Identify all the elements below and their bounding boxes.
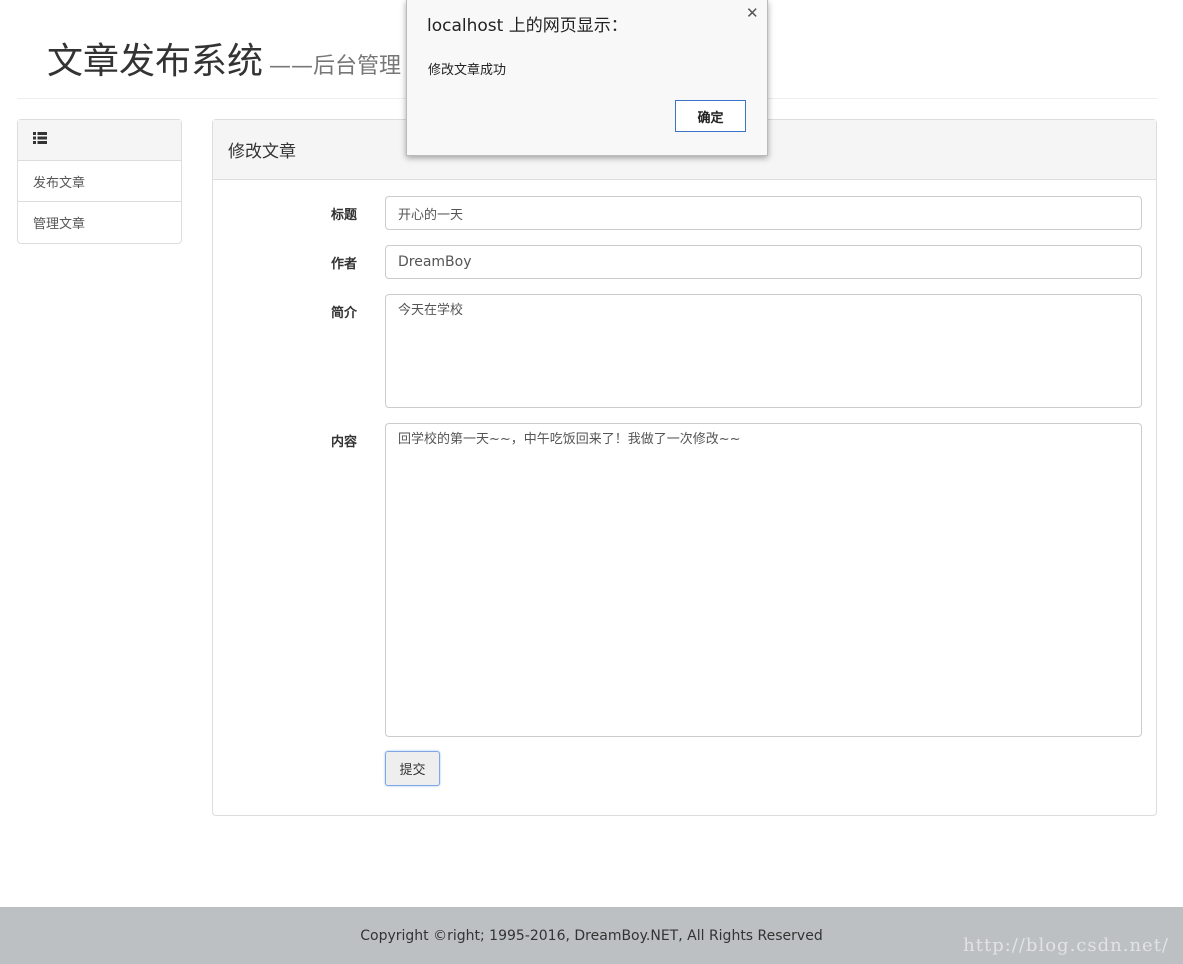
sidebar-item-label: 发布文章	[33, 175, 86, 191]
author-label: 作者	[330, 257, 357, 272]
page-title: 文章发布系统 ——后台管理	[47, 40, 401, 89]
content-label: 内容	[330, 435, 357, 450]
close-icon[interactable]: ✕	[746, 4, 759, 22]
sidebar-item-manage[interactable]: 管理文章	[18, 202, 181, 243]
title-label: 标题	[330, 208, 357, 223]
watermark: http://blog.csdn.net/	[963, 935, 1169, 956]
footer-copyright: Copyright ©right; 1995-2016, DreamBoy.NE…	[360, 927, 823, 944]
list-icon	[33, 132, 47, 148]
dialog-ok-button[interactable]: 确定	[675, 100, 746, 132]
page-subtitle: ——后台管理	[269, 54, 402, 79]
sidebar-header	[18, 120, 181, 161]
title-input[interactable]	[385, 196, 1142, 230]
dialog-title: localhost 上的网页显示：	[427, 16, 628, 36]
submit-button[interactable]: 提交	[385, 751, 440, 786]
sidebar-item-label: 管理文章	[33, 217, 86, 232]
edit-article-panel: 修改文章 标题 作者 简介 今天在学校 内容 回学校的第一天~~，中午吃饭回来了…	[212, 119, 1157, 816]
summary-textarea[interactable]: 今天在学校	[385, 294, 1142, 408]
summary-label: 简介	[330, 306, 357, 321]
sidebar-item-publish[interactable]: 发布文章	[18, 161, 181, 202]
dialog-message: 修改文章成功	[428, 63, 507, 78]
page-title-main: 文章发布系统	[47, 41, 264, 82]
alert-dialog: localhost 上的网页显示： ✕ 修改文章成功 确定	[406, 0, 768, 156]
sidebar: 发布文章 管理文章	[17, 119, 182, 244]
content-textarea[interactable]: 回学校的第一天~~，中午吃饭回来了！我做了一次修改~~	[385, 423, 1142, 737]
author-input[interactable]	[385, 245, 1142, 279]
footer: Copyright ©right; 1995-2016, DreamBoy.NE…	[0, 907, 1183, 964]
